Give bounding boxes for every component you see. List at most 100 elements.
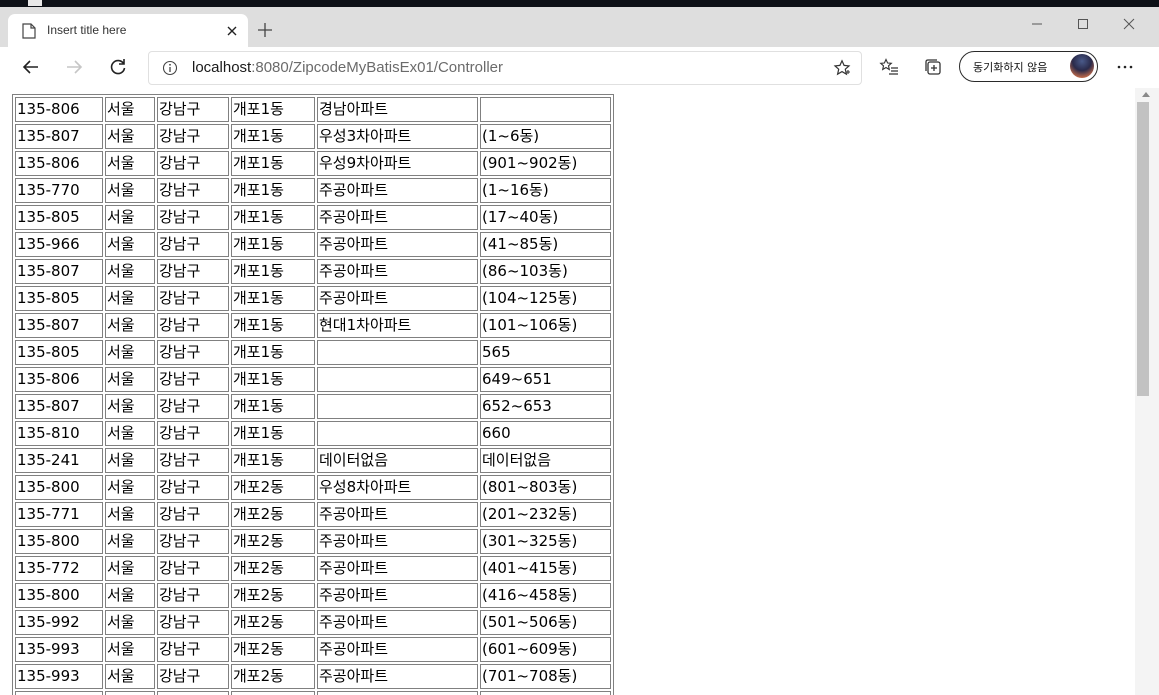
dong-cell: 개포1동 bbox=[231, 232, 315, 257]
dong-cell: 개포2동 bbox=[231, 610, 315, 635]
ri-cell: 우성3차아파트 bbox=[317, 124, 478, 149]
close-tab-icon[interactable] bbox=[224, 23, 240, 39]
table-row: 135-800 서울 강남구 개포2동 주공아파트 (301~325동) bbox=[15, 529, 611, 554]
bunji-cell: (1~16동) bbox=[480, 178, 611, 203]
zipcode-cell: 135-800 bbox=[15, 475, 103, 500]
table-row: 135-806 서울 강남구 개포1동 우성9차아파트 (901~902동) bbox=[15, 151, 611, 176]
zipcode-cell: 135-806 bbox=[15, 367, 103, 392]
gugun-cell: 강남구 bbox=[157, 664, 229, 689]
zipcode-cell: 135-805 bbox=[15, 205, 103, 230]
sido-cell: 서울 bbox=[105, 205, 155, 230]
bunji-cell: (86~103동) bbox=[480, 259, 611, 284]
maximize-icon bbox=[1078, 19, 1088, 29]
sido-cell: 서울 bbox=[105, 367, 155, 392]
dong-cell: 개포1동 bbox=[231, 259, 315, 284]
zipcode-cell: 135-800 bbox=[15, 529, 103, 554]
scrollbar-thumb[interactable] bbox=[1137, 102, 1149, 396]
address-bar[interactable]: localhost:8080/ZipcodeMyBatisEx01/Contro… bbox=[148, 51, 862, 85]
zipcode-cell: 135-807 bbox=[15, 259, 103, 284]
gugun-cell: 강남구 bbox=[157, 124, 229, 149]
gugun-cell: 강남구 bbox=[157, 394, 229, 419]
sync-profile-button[interactable]: 동기화하지 않음 bbox=[959, 51, 1098, 82]
new-tab-icon[interactable] bbox=[256, 21, 274, 39]
zipcode-cell: 135-807 bbox=[15, 124, 103, 149]
bunji-cell: (104~125동) bbox=[480, 286, 611, 311]
gugun-cell: 강남구 bbox=[157, 556, 229, 581]
sido-cell: 서울 bbox=[105, 124, 155, 149]
dong-cell: 개포1동 bbox=[231, 421, 315, 446]
ri-cell bbox=[317, 421, 478, 446]
table-row: 135-805 서울 강남구 개포1동 565 bbox=[15, 340, 611, 365]
bunji-cell: 565 bbox=[480, 340, 611, 365]
ri-cell: 주공아파트 bbox=[317, 178, 478, 203]
gugun-cell: 강남구 bbox=[157, 313, 229, 338]
sido-cell: 서울 bbox=[105, 664, 155, 689]
maximize-button[interactable] bbox=[1060, 11, 1106, 37]
collections-button[interactable] bbox=[918, 52, 948, 82]
ri-cell bbox=[317, 691, 478, 695]
ri-cell: 주공아파트 bbox=[317, 529, 478, 554]
taskbar-fragment bbox=[28, 0, 42, 6]
minimize-icon bbox=[1032, 23, 1042, 25]
sido-cell: 서울 bbox=[105, 610, 155, 635]
page-content: 135-806 서울 강남구 개포1동 경남아파트 135-807 서울 강남구 개포1동 우성3… bbox=[0, 88, 1135, 695]
sido-cell: 서울 bbox=[105, 97, 155, 122]
gugun-cell: 강남구 bbox=[157, 97, 229, 122]
gugun-cell: 강남구 bbox=[157, 610, 229, 635]
dong-cell: 개포1동 bbox=[231, 124, 315, 149]
tab-title: Insert title here bbox=[47, 23, 127, 37]
close-window-button[interactable] bbox=[1106, 11, 1152, 37]
more-dots-icon bbox=[1117, 65, 1133, 69]
tab-active[interactable]: Insert title here bbox=[8, 14, 248, 47]
gugun-cell: 강남구 bbox=[157, 178, 229, 203]
forward-arrow-icon bbox=[67, 60, 83, 74]
bunji-cell: 652~653 bbox=[480, 394, 611, 419]
zipcode-cell: 135-241 bbox=[15, 448, 103, 473]
back-button[interactable] bbox=[16, 52, 46, 82]
bunji-cell: (201~232동) bbox=[480, 502, 611, 527]
table-row: 135-800 서울 강남구 개포2동 우성8차아파트 (801~803동) bbox=[15, 475, 611, 500]
sido-cell: 서울 bbox=[105, 529, 155, 554]
favorites-list-icon bbox=[879, 58, 898, 75]
profile-avatar bbox=[1070, 54, 1094, 78]
bunji-cell: (17~40동) bbox=[480, 205, 611, 230]
refresh-button[interactable] bbox=[103, 52, 133, 82]
zipcode-cell: 135-806 bbox=[15, 97, 103, 122]
ri-cell: 우성9차아파트 bbox=[317, 151, 478, 176]
scroll-up-arrow-icon[interactable] bbox=[1142, 92, 1150, 97]
sido-cell: 서울 bbox=[105, 556, 155, 581]
vertical-scrollbar[interactable] bbox=[1135, 88, 1159, 695]
zipcode-cell: 135-805 bbox=[15, 286, 103, 311]
table-row bbox=[15, 691, 611, 695]
sido-cell bbox=[105, 691, 155, 695]
bunji-cell: (1~6동) bbox=[480, 124, 611, 149]
table-row: 135-807 서울 강남구 개포1동 652~653 bbox=[15, 394, 611, 419]
dong-cell: 개포1동 bbox=[231, 151, 315, 176]
dong-cell: 개포1동 bbox=[231, 394, 315, 419]
dong-cell: 개포1동 bbox=[231, 286, 315, 311]
dong-cell: 개포2동 bbox=[231, 475, 315, 500]
ri-cell: 주공아파트 bbox=[317, 583, 478, 608]
minimize-button[interactable] bbox=[1014, 11, 1060, 37]
favorites-button[interactable] bbox=[874, 52, 904, 82]
table-row: 135-770 서울 강남구 개포1동 주공아파트 (1~16동) bbox=[15, 178, 611, 203]
forward-button[interactable] bbox=[59, 52, 89, 82]
zipcode-cell: 135-806 bbox=[15, 151, 103, 176]
add-favorite-star-icon[interactable] bbox=[833, 59, 851, 77]
table-row: 135-800 서울 강남구 개포2동 주공아파트 (416~458동) bbox=[15, 583, 611, 608]
table-row: 135-805 서울 강남구 개포1동 주공아파트 (104~125동) bbox=[15, 286, 611, 311]
settings-more-button[interactable] bbox=[1110, 52, 1140, 82]
url-text[interactable]: localhost:8080/ZipcodeMyBatisEx01/Contro… bbox=[192, 59, 503, 76]
table-row: 135-807 서울 강남구 개포1동 우성3차아파트 (1~6동) bbox=[15, 124, 611, 149]
browser-toolbar: localhost:8080/ZipcodeMyBatisEx01/Contro… bbox=[0, 47, 1159, 89]
info-icon[interactable] bbox=[162, 60, 178, 76]
ri-cell bbox=[317, 340, 478, 365]
table-row: 135-806 서울 강남구 개포1동 649~651 bbox=[15, 367, 611, 392]
dong-cell: 개포1동 bbox=[231, 340, 315, 365]
gugun-cell: 강남구 bbox=[157, 205, 229, 230]
sido-cell: 서울 bbox=[105, 448, 155, 473]
ri-cell: 우성8차아파트 bbox=[317, 475, 478, 500]
table-row: 135-807 서울 강남구 개포1동 주공아파트 (86~103동) bbox=[15, 259, 611, 284]
url-host: localhost bbox=[192, 59, 252, 76]
sido-cell: 서울 bbox=[105, 394, 155, 419]
